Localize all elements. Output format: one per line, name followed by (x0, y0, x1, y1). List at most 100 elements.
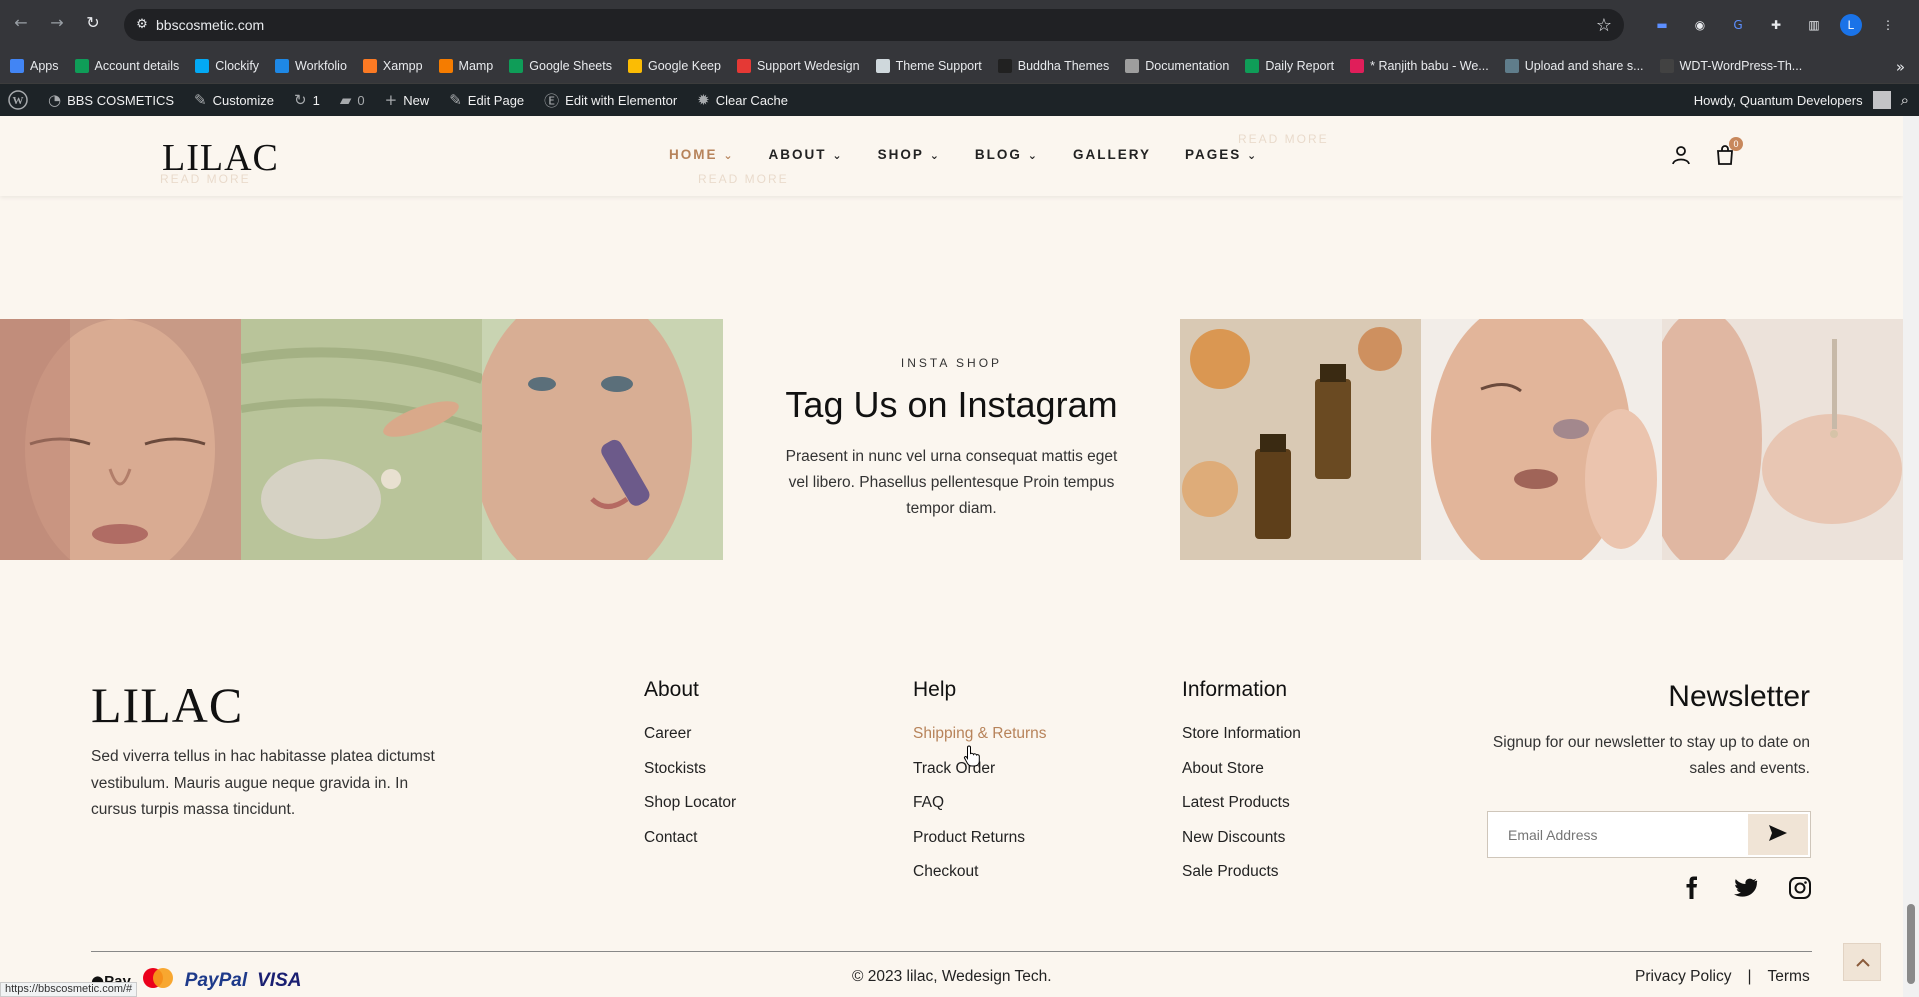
page-scrollbar[interactable] (1903, 116, 1919, 997)
instagram-tile-4[interactable] (1180, 319, 1421, 560)
bookmark-item[interactable]: Buddha Themes (997, 59, 1110, 73)
bookmark-item[interactable]: Apps (10, 59, 59, 73)
admin-updates-count: 1 (312, 92, 320, 108)
back-to-top-button[interactable] (1843, 943, 1881, 981)
newsletter-submit-button[interactable] (1748, 814, 1808, 855)
bookmark-item[interactable]: Mamp (438, 59, 493, 73)
nav-item-home[interactable]: HOME ⌄ (669, 147, 735, 162)
bookmark-item[interactable]: Xampp (362, 59, 423, 73)
bookmark-item[interactable]: Support Wedesign (736, 59, 860, 73)
address-url[interactable]: bbscosmetic.com (156, 17, 264, 33)
admin-edit-elementor[interactable]: Ⓔ Edit with Elementor (544, 90, 677, 111)
scrollbar-thumb[interactable] (1907, 904, 1915, 984)
terms-link[interactable]: Terms (1768, 968, 1810, 986)
nav-item-blog[interactable]: BLOG ⌄ (975, 147, 1039, 162)
bookmark-item[interactable]: Upload and share s... (1504, 59, 1644, 73)
bookmark-item[interactable]: Documentation (1125, 59, 1229, 73)
footer-link[interactable]: Checkout (913, 862, 1047, 897)
admin-customize[interactable]: ✎ Customize (194, 91, 274, 109)
extension-icon[interactable]: ▬ (1650, 13, 1674, 37)
instagram-tile-1[interactable] (0, 319, 241, 560)
bookmark-label: Google Sheets (529, 59, 612, 73)
wordpress-logo-icon[interactable]: W (8, 90, 28, 110)
bookmark-label: * Ranjith babu - We... (1370, 59, 1489, 73)
admin-new[interactable]: + New (385, 91, 430, 109)
social-links (1680, 876, 1812, 900)
browser-menu-icon[interactable]: ⋮ (1876, 13, 1900, 37)
bookmark-label: Clockify (215, 59, 260, 73)
bookmark-item[interactable]: Workfolio (275, 59, 347, 73)
bookmark-item[interactable]: Account details (74, 59, 179, 73)
puzzle-extensions-icon[interactable]: ✚ (1764, 13, 1788, 37)
instagram-tile-3[interactable] (482, 319, 723, 560)
admin-howdy[interactable]: Howdy, Quantum Developers (1694, 93, 1863, 108)
instagram-tile-5[interactable] (1421, 319, 1662, 560)
bookmark-favicon-icon (362, 59, 377, 73)
nav-item-gallery[interactable]: GALLERY (1073, 147, 1151, 162)
footer-link[interactable]: Stockists (644, 759, 736, 794)
profile-avatar[interactable]: L (1840, 14, 1862, 36)
bookmark-label: WDT-WordPress-Th... (1679, 59, 1803, 73)
cache-icon: ✹ (697, 91, 710, 109)
face-hand-photo-icon (1421, 319, 1662, 560)
email-input[interactable] (1488, 812, 1748, 857)
forward-icon[interactable]: → (46, 12, 68, 34)
footer-link[interactable]: New Discounts (1182, 828, 1301, 863)
admin-site-name[interactable]: ◔ BBS COSMETICS (48, 91, 174, 109)
bookmarks-bar: Apps Account details Clockify Workfolio Xamp… (0, 50, 1919, 84)
site-settings-icon[interactable]: ⚙ (134, 17, 150, 33)
footer-link[interactable]: About Store (1182, 759, 1301, 794)
facebook-icon[interactable] (1680, 876, 1704, 900)
footer-link[interactable]: Latest Products (1182, 793, 1301, 828)
cart-icon[interactable]: 0 (1714, 137, 1743, 166)
bookmark-item[interactable]: Daily Report (1245, 59, 1334, 73)
bookmark-item[interactable]: Clockify (195, 59, 259, 73)
hand-cursor-icon (963, 745, 980, 767)
nav-item-shop[interactable]: SHOP ⌄ (878, 147, 941, 162)
bookmark-item[interactable]: Theme Support (875, 59, 982, 73)
footer-link[interactable]: FAQ (913, 793, 1047, 828)
footer-link[interactable]: Career (644, 724, 736, 759)
admin-clear-cache[interactable]: ✹ Clear Cache (697, 91, 788, 109)
address-bar[interactable]: ⚙ bbscosmetic.com ☆ (124, 9, 1624, 41)
nav-item-about[interactable]: ABOUT ⌄ (769, 147, 844, 162)
side-panel-icon[interactable]: ▥ (1802, 13, 1826, 37)
admin-edit-page[interactable]: ✎ Edit Page (449, 91, 524, 109)
privacy-policy-link[interactable]: Privacy Policy (1635, 968, 1731, 986)
footer-logo[interactable]: LILAC (91, 676, 243, 734)
header-icons: 0 (1670, 137, 1743, 166)
bookmark-item[interactable]: Google Keep (627, 59, 721, 73)
admin-updates[interactable]: ↻ 1 (294, 91, 320, 109)
footer-link[interactable]: Sale Products (1182, 862, 1301, 897)
translate-extension-icon[interactable]: G (1726, 13, 1750, 37)
ghost-read-more: READ MORE (698, 172, 789, 186)
instagram-tile-6[interactable] (1662, 319, 1903, 560)
bookmark-label: Buddha Themes (1017, 59, 1110, 73)
search-icon[interactable]: ⌕ (1901, 91, 1909, 109)
bookmark-item[interactable]: Google Sheets (509, 59, 612, 73)
back-icon[interactable]: ← (10, 12, 32, 34)
reload-icon[interactable]: ↻ (82, 12, 104, 34)
bookmark-item[interactable]: WDT-WordPress-Th... (1659, 59, 1803, 73)
footer-column-help: Help Shipping & Returns Track Order FAQ Prod… (913, 678, 1047, 897)
account-icon[interactable] (1670, 144, 1692, 166)
footer-column-title: About (644, 678, 699, 701)
footer-link[interactable]: Contact (644, 828, 736, 863)
footer-link[interactable]: Store Information (1182, 724, 1301, 759)
bookmark-item[interactable]: * Ranjith babu - We... (1350, 59, 1489, 73)
site-logo[interactable]: LILAC (162, 136, 279, 180)
instagram-icon[interactable] (1788, 876, 1812, 900)
chevron-up-icon (1856, 958, 1870, 967)
admin-comments[interactable]: ▰ 0 (340, 91, 365, 109)
bookmark-star-icon[interactable]: ☆ (1596, 15, 1612, 36)
camera-extension-icon[interactable]: ◉ (1688, 13, 1712, 37)
instagram-tile-2[interactable] (241, 319, 482, 560)
nav-item-pages[interactable]: PAGES ⌄ (1185, 147, 1258, 162)
bookmark-label: Theme Support (895, 59, 982, 73)
admin-avatar[interactable] (1872, 91, 1891, 109)
footer-link[interactable]: Shop Locator (644, 793, 736, 828)
bookmarks-overflow-icon[interactable]: » (1896, 58, 1905, 76)
nav-item-label: ABOUT (768, 147, 827, 162)
footer-link[interactable]: Product Returns (913, 828, 1047, 863)
twitter-icon[interactable] (1734, 876, 1758, 900)
